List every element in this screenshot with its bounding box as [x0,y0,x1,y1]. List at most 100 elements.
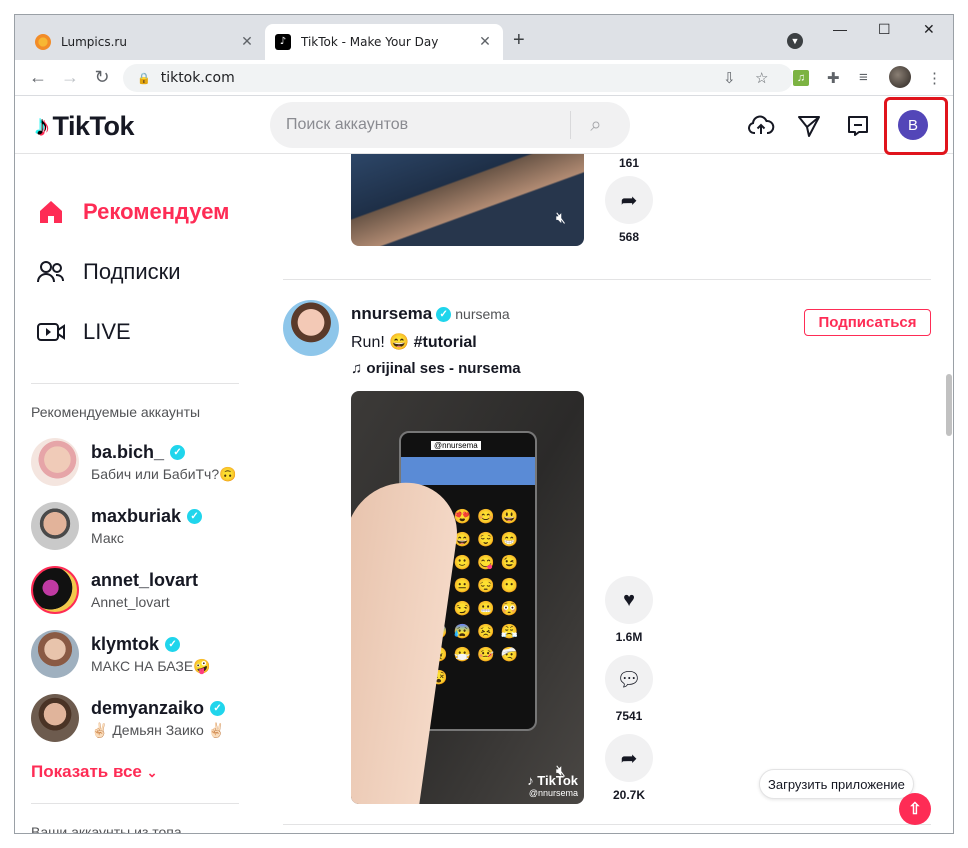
suggested-account[interactable]: klymtok ✓ МАКС НА БАЗЕ🤪 [31,630,211,678]
account-username: annet_lovart [91,570,199,590]
avatar [31,438,79,486]
tab-bar: Lumpics.ru ✕ ♪ TikTok - Make Your Day ✕ … [15,15,953,60]
divider [31,383,239,384]
upload-icon[interactable] [747,112,775,140]
verified-icon: ✓ [165,636,181,652]
scroll-to-top-button[interactable]: ⇧ [899,793,931,825]
avatar [31,630,79,678]
like-button[interactable]: ♥ 1.6M [605,576,653,644]
scrollbar[interactable] [945,154,953,833]
divider [31,803,239,804]
minimize-icon[interactable]: — [833,21,847,37]
tab-search-icon[interactable]: ▼ [787,33,803,49]
screen-blue-bar [401,457,535,485]
tab-tiktok[interactable]: ♪ TikTok - Make Your Day ✕ [265,24,503,60]
address-bar[interactable]: 🔒 tiktok.com [123,64,793,92]
author-avatar[interactable] [283,300,339,356]
comment-count: 7541 [615,709,643,723]
new-tab-icon[interactable]: + [513,29,525,52]
forward-icon[interactable]: → [59,67,81,88]
mute-icon[interactable]: 🔇︎ [556,210,566,228]
video-player[interactable]: @nnursema 😀😆😍😊😃😂🤣😄😌😁😅😇🙂😋😉😜😞😐😔😶😑🤔😏😬😳😱😨😰😣😤… [351,391,584,804]
suggested-account[interactable]: demyanzaiko ✓ ✌🏻 Демьян Заико ✌🏻 [31,694,225,742]
profile-avatar-button[interactable]: B [898,110,928,140]
url-text: tiktok.com [160,70,235,86]
suggested-account[interactable]: maxburiak ✓ Макс [31,502,203,550]
live-icon [35,316,67,348]
close-tab-icon[interactable]: ✕ [239,34,255,50]
tab-title: TikTok - Make Your Day [301,35,439,49]
reading-list-icon[interactable]: ≡ [859,69,868,86]
suggested-account[interactable]: annet_lovart Annet_lovart [31,566,198,614]
chrome-menu-icon[interactable]: ⋮ [927,69,942,87]
extensions-puzzle-icon[interactable]: ✚ [827,69,840,87]
browser-window: Lumpics.ru ✕ ♪ TikTok - Make Your Day ✕ … [14,14,954,834]
tiktok-watermark: ♪ TikTok @nnursema [527,773,578,798]
profile-avatar-icon[interactable] [889,66,911,88]
share-count: 20.7K [612,788,646,802]
nav-item-for-you[interactable]: Рекомендуем [35,196,229,228]
chevron-down-icon: ⌄ [146,765,158,780]
search-bar: ⌕ [270,102,630,148]
home-icon [35,196,67,228]
suggested-accounts-title: Рекомендуемые аккаунты [31,404,201,420]
account-nickname: Макс [91,530,124,546]
tiktok-note-icon: ♪ [35,110,49,141]
share-button[interactable]: ➦ 20.7K [605,734,653,802]
suggested-account[interactable]: ba.bich_ ✓ Бабич или БабиТч?🙃 [31,438,237,486]
avatar [31,502,79,550]
top-accounts-title: Ваши аккаунты из топа [31,824,182,834]
search-input[interactable] [270,116,570,134]
account-username: klymtok [91,633,160,654]
heart-icon: ♥ [605,576,653,624]
nav-item-following[interactable]: Подписки [35,256,181,288]
music-link[interactable]: ♫ orijinal ses - nursema [351,360,521,377]
inbox-icon[interactable] [844,112,872,140]
video-player[interactable]: 🔇︎ [351,154,584,246]
reload-icon[interactable]: ↻ [91,67,113,88]
post-username: nnursema [351,304,433,323]
account-nickname: Annet_lovart [91,594,170,610]
messages-send-icon[interactable] [795,112,823,140]
nav-label: Рекомендуем [83,199,230,224]
hashtag-link[interactable]: #tutorial [414,334,477,351]
close-window-icon[interactable]: ✕ [923,21,935,38]
close-tab-icon[interactable]: ✕ [477,34,493,50]
install-app-icon[interactable]: ⇩ [723,69,736,87]
bookmark-star-icon[interactable]: ☆ [755,69,768,87]
show-all-label: Показать все [31,762,142,781]
sidebar: Рекомендуем Подписки LIVE Рекомендуемые … [15,154,253,834]
music-extension-icon[interactable]: ♫ [793,70,809,86]
search-icon[interactable]: ⌕ [571,114,621,137]
browser-toolbar: ← → ↻ 🔒 tiktok.com ⇩ ☆ ♫ ✚ ≡ ⋮ [15,60,953,96]
divider [283,279,931,280]
tiktok-logo[interactable]: ♪ TikTok [35,110,135,142]
share-count: 568 [618,230,640,244]
tiktok-header: ♪ TikTok ⌕ B [15,96,953,155]
nav-item-live[interactable]: LIVE [35,316,131,348]
share-button[interactable]: ➦ 568 [605,176,653,244]
tab-lumpics[interactable]: Lumpics.ru ✕ [25,24,265,60]
account-nickname: ✌🏻 Демьян Заико ✌🏻 [91,721,226,738]
like-count: 1.6M [615,630,643,644]
verified-icon: ✓ [210,700,226,716]
back-icon[interactable]: ← [27,67,49,88]
lock-icon: 🔒 [137,71,151,85]
nav-label: Подписки [83,259,181,284]
show-all-link[interactable]: Показать все ⌄ [31,762,158,782]
share-icon: ➦ [605,734,653,782]
verified-icon: ✓ [187,509,203,524]
arrow-up-icon: ⇧ [908,801,922,818]
comment-button[interactable]: 💬︎ 7541 [605,655,653,723]
get-app-button[interactable]: Загрузить приложение [759,769,914,799]
avatar [31,694,79,742]
follow-button[interactable]: Подписаться [804,309,931,336]
count-label: 161 [618,156,640,170]
post-author-info[interactable]: nnursema ✓ nursema [351,304,510,324]
logo-text: TikTok [52,110,135,141]
scrollbar-thumb[interactable] [946,374,952,436]
video-feed: 🔇︎ 161 ➦ 568 nnursema ✓ nursema Run! 😄 #… [253,154,943,833]
maximize-icon[interactable]: ☐ [878,21,891,38]
tiktok-favicon-icon: ♪ [275,34,291,50]
watermark-username: @nnursema [528,788,578,798]
